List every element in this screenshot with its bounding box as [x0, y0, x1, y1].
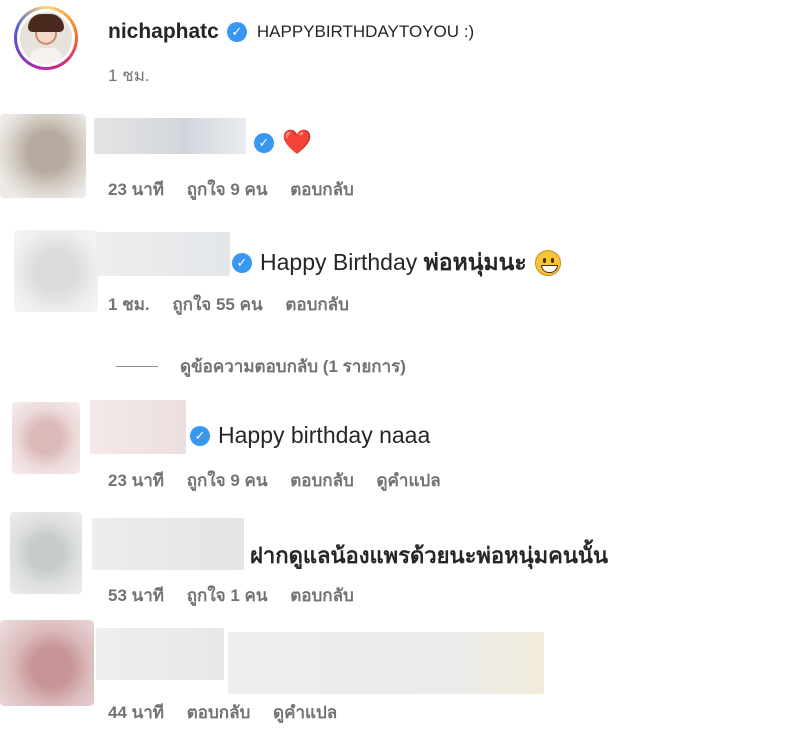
comment-2-likes[interactable]: ถูกใจ 55 คน — [172, 295, 262, 314]
view-replies-label: ดูข้อความตอบกลับ (1 รายการ) — [180, 357, 406, 376]
grinning-face-emoji-icon — [534, 250, 561, 276]
verified-badge-icon: ✓ — [226, 22, 247, 42]
comment-3-time: 23 นาที — [108, 471, 165, 490]
comment-4-avatar[interactable] — [10, 512, 82, 594]
comment-3-reply-button[interactable]: ตอบกลับ — [290, 471, 354, 490]
verified-badge-icon: ✓ — [190, 425, 210, 446]
post-caption: HAPPYBIRTHDAYTOYOU :) — [256, 22, 475, 41]
comment-4-reply-button[interactable]: ตอบกลับ — [290, 586, 354, 605]
comment-2-username-redacted[interactable] — [96, 232, 230, 276]
comment-2-text: Happy Birthday — [260, 249, 424, 275]
comment-4-username-redacted[interactable] — [92, 518, 244, 570]
comment-3-username-redacted[interactable] — [90, 400, 186, 454]
comment-1-username-redacted[interactable] — [94, 118, 246, 154]
verified-badge-icon: ✓ — [232, 253, 252, 273]
comment-2-reply-button[interactable]: ตอบกลับ — [285, 295, 349, 314]
comment-4-likes[interactable]: ถูกใจ 1 คน — [187, 586, 268, 605]
comment-2-text-bold: พ่อหนุ่มนะ — [423, 249, 527, 275]
comment-4-text: ฝากดูแลน้องแพรด้วยนะพ่อหนุ่มคนนั้น — [250, 543, 608, 568]
view-replies-divider — [116, 366, 158, 367]
view-replies-button[interactable]: ดูข้อความตอบกลับ (1 รายการ) — [116, 353, 406, 380]
post-time: 1 ชม. — [108, 66, 150, 85]
comment-5-text-redacted — [228, 632, 544, 694]
comment-5-time: 44 นาที — [108, 703, 165, 722]
red-heart-emoji-icon: ❤️ — [282, 129, 312, 156]
comment-4-time: 53 นาที — [108, 586, 165, 605]
comment-3-likes[interactable]: ถูกใจ 9 คน — [187, 471, 268, 490]
comment-1-likes[interactable]: ถูกใจ 9 คน — [187, 180, 268, 199]
comment-2-time: 1 ชม. — [108, 295, 150, 314]
comment-1-time: 23 นาที — [108, 180, 165, 199]
comment-3-avatar[interactable] — [12, 402, 80, 474]
comment-3-translate-button[interactable]: ดูคำแปล — [377, 471, 441, 490]
verified-badge-icon: ✓ — [254, 133, 274, 153]
post-author-username[interactable]: nichaphatc — [108, 20, 219, 44]
comment-5-username-redacted[interactable] — [96, 628, 224, 680]
comment-1-reply-button[interactable]: ตอบกลับ — [290, 180, 354, 199]
post-author-avatar[interactable] — [14, 6, 78, 70]
comment-5-translate-button[interactable]: ดูคำแปล — [273, 703, 337, 722]
comment-3-text: Happy birthday naaa — [218, 422, 431, 448]
comment-2-avatar[interactable] — [14, 230, 98, 312]
comment-5-avatar[interactable] — [0, 620, 94, 706]
comment-5-reply-button[interactable]: ตอบกลับ — [187, 703, 251, 722]
comment-1-avatar[interactable] — [0, 114, 86, 198]
